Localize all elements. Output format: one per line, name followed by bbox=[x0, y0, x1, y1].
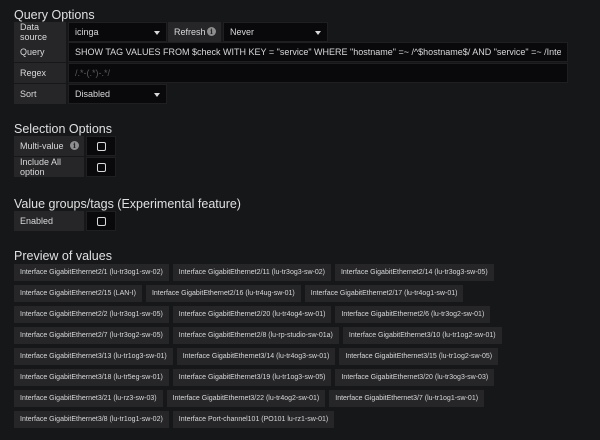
chevron-down-icon bbox=[154, 93, 160, 97]
preview-value-tag: Interface GigabitEthernet3/13 (lu-tr1og3… bbox=[14, 348, 173, 365]
enabled-row: Enabled bbox=[14, 211, 116, 231]
regex-row: Regex /.*-(.*)-.*/ bbox=[14, 63, 568, 83]
multi-value-label: Multi-value i bbox=[14, 136, 84, 156]
include-all-label: Include All option bbox=[14, 157, 84, 177]
query-label: Query bbox=[14, 42, 66, 62]
regex-placeholder: /.*-(.*)-.*/ bbox=[75, 68, 110, 78]
refresh-value: Never bbox=[230, 27, 255, 37]
multi-value-checkbox[interactable] bbox=[86, 136, 116, 156]
preview-value-tag: Interface GigabitEthernet3/7 (lu-tr1og1-… bbox=[329, 390, 485, 407]
info-icon[interactable]: i bbox=[70, 141, 79, 150]
preview-value-tag: Interface GigabitEthernet2/11 (lu-tr3og3… bbox=[172, 264, 331, 281]
sort-value: Disabled bbox=[75, 89, 111, 99]
data-source-row: Data source icinga Refresh i Never bbox=[14, 22, 328, 42]
preview-value-tag: Interface GigabitEthernet3/10 (lu-tr1og2… bbox=[342, 327, 502, 344]
refresh-label-text: Refresh bbox=[174, 27, 206, 37]
query-options-title: Query Options bbox=[14, 8, 95, 22]
preview-value-tag: Interface GigabitEthernet3/18 (lu-tr5eg-… bbox=[14, 369, 169, 386]
sort-select[interactable]: Disabled bbox=[68, 84, 167, 104]
include-all-checkbox[interactable] bbox=[86, 157, 116, 177]
preview-values: Interface GigabitEthernet2/1 (lu-tr3og1-… bbox=[14, 264, 584, 432]
preview-value-tag: Interface GigabitEthernet2/17 (lu-tr4og1… bbox=[304, 285, 464, 302]
checkbox-square-icon bbox=[96, 216, 106, 226]
multi-value-row: Multi-value i bbox=[14, 136, 116, 156]
checkbox-square-icon bbox=[96, 162, 106, 172]
preview-value-tag: Interface GigabitEthernet2/1 (lu-tr3og1-… bbox=[14, 264, 169, 281]
preview-value-tag: Interface GigabitEthernet3/15 (lu-tr1og2… bbox=[339, 348, 499, 365]
chevron-down-icon bbox=[315, 31, 321, 35]
preview-value-tag: Interface GigabitEthernet3/22 (lu-tr4og2… bbox=[166, 390, 326, 407]
checkbox-square-icon bbox=[96, 141, 106, 151]
query-row: Query SHOW TAG VALUES FROM $check WITH K… bbox=[14, 42, 568, 62]
regex-input[interactable]: /.*-(.*)-.*/ bbox=[68, 63, 568, 83]
preview-value-tag: Interface GigabitEthernet3/8 (lu-tr1og1-… bbox=[14, 411, 169, 428]
multi-value-label-text: Multi-value bbox=[20, 141, 64, 151]
query-value: SHOW TAG VALUES FROM $check WITH KEY = "… bbox=[75, 47, 561, 57]
preview-value-tag: Interface GigabitEthernet2/6 (lu-tr3og2-… bbox=[335, 306, 491, 323]
data-source-label: Data source bbox=[14, 22, 66, 42]
preview-value-tag: Interface GigabitEthernet3/20 (lu-tr3og3… bbox=[335, 369, 495, 386]
preview-value-tag: Interface Port-channel101 (PO101 lu-rz1-… bbox=[172, 411, 335, 428]
value-groups-title: Value groups/tags (Experimental feature) bbox=[14, 197, 241, 211]
preview-value-tag: Interface GigabitEthernet2/16 (lu-tr4ug-… bbox=[145, 285, 301, 302]
preview-value-tag: Interface GigabitEthernet2/15 (LAN-I) bbox=[14, 285, 142, 302]
data-source-value: icinga bbox=[75, 27, 99, 37]
preview-value-tag: Interface GigabitEthernet3/19 (lu-tr1og3… bbox=[172, 369, 332, 386]
preview-value-tag: Interface GigabitEthernet2/8 (lu-rp-stud… bbox=[172, 327, 339, 344]
enabled-label: Enabled bbox=[14, 211, 84, 231]
preview-value-tag: Interface GigabitEthernet2/2 (lu-tr3og1-… bbox=[14, 306, 169, 323]
data-source-select[interactable]: icinga bbox=[68, 22, 167, 42]
preview-value-tag: Interface GigabitEthernet3/21 (lu-rz3-sw… bbox=[14, 390, 163, 407]
chevron-down-icon bbox=[154, 31, 160, 35]
query-input[interactable]: SHOW TAG VALUES FROM $check WITH KEY = "… bbox=[68, 42, 568, 62]
preview-value-tag: Interface GigabitEthernet2/7 (lu-tr3og2-… bbox=[14, 327, 169, 344]
sort-row: Sort Disabled bbox=[14, 84, 167, 104]
preview-value-tag: Interface GigabitEthernet2/20 (lu-tr4og4… bbox=[172, 306, 332, 323]
preview-title: Preview of values bbox=[14, 249, 112, 263]
refresh-label: Refresh i bbox=[168, 22, 221, 42]
enabled-checkbox[interactable] bbox=[86, 211, 116, 231]
include-all-row: Include All option bbox=[14, 157, 116, 177]
sort-label: Sort bbox=[14, 84, 66, 104]
preview-value-tag: Interface GigabitEthernet2/14 (lu-tr3og3… bbox=[334, 264, 494, 281]
info-icon[interactable]: i bbox=[207, 27, 216, 36]
preview-value-tag: Interface GigabitEthernet3/14 (lu-tr4og3… bbox=[176, 348, 336, 365]
regex-label: Regex bbox=[14, 63, 66, 83]
refresh-select[interactable]: Never bbox=[223, 22, 328, 42]
selection-options-title: Selection Options bbox=[14, 122, 112, 136]
